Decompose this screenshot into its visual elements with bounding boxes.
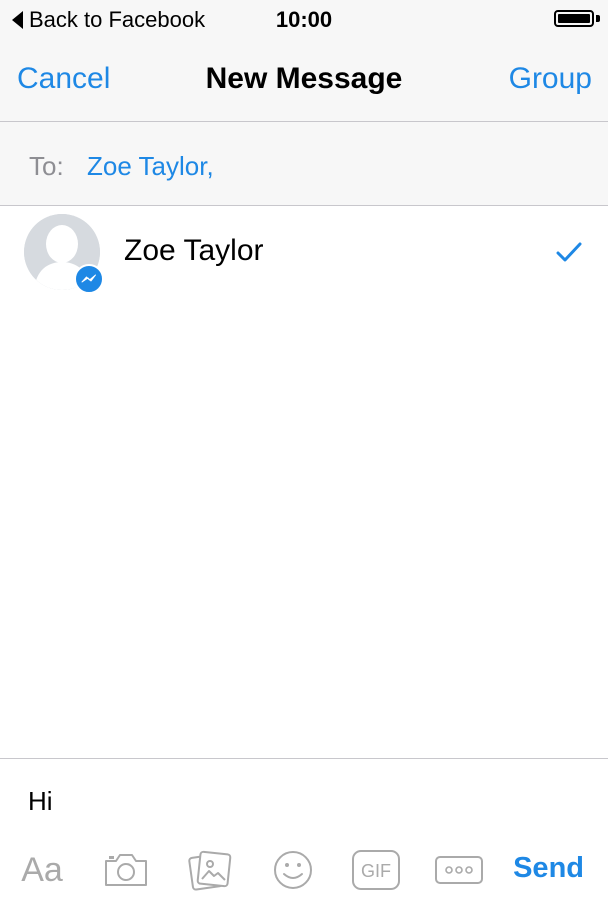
more-icon[interactable] [434, 840, 484, 900]
navigation-bar: Cancel New Message Group [0, 40, 608, 122]
contact-list-item[interactable]: Zoe Taylor [0, 206, 608, 298]
gif-icon[interactable]: GIF [350, 840, 402, 900]
status-bar: Back to Facebook 10:00 [0, 0, 608, 40]
send-button[interactable]: Send [513, 852, 584, 885]
gif-label: GIF [361, 861, 391, 881]
text-format-button[interactable]: Aa [16, 840, 68, 900]
recipient-token[interactable]: Zoe Taylor, [87, 151, 214, 182]
emoji-icon[interactable] [270, 840, 316, 900]
status-time: 10:00 [275, 7, 333, 32]
checkmark-icon [556, 242, 582, 267]
message-input[interactable]: Hi [28, 786, 53, 817]
composer-toolbar: Aa GIF Send [0, 840, 608, 900]
battery-tip [596, 15, 600, 22]
battery-icon [554, 10, 594, 27]
messenger-badge-icon [74, 264, 104, 294]
camera-icon[interactable] [100, 840, 152, 900]
composer-divider [0, 758, 608, 759]
contact-name: Zoe Taylor [124, 234, 264, 267]
group-button[interactable]: Group [509, 62, 592, 96]
photo-gallery-icon[interactable] [186, 840, 234, 900]
recipient-field[interactable]: To: Zoe Taylor, [0, 122, 608, 206]
to-label: To: [29, 151, 64, 181]
